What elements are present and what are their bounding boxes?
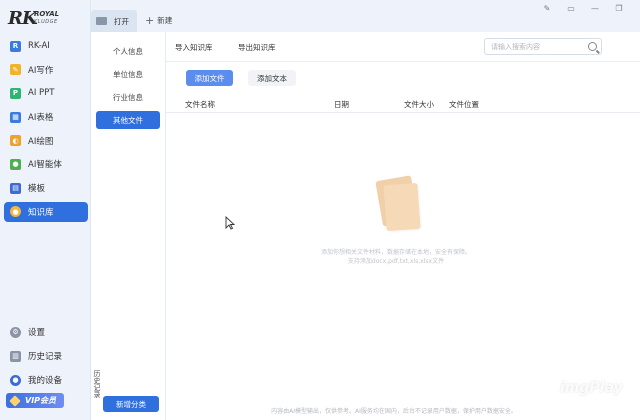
sidebar-item-rk-ai[interactable]: R RK-AI <box>4 36 88 56</box>
empty-state-line1: 添加你想相关文件材料，数据存储在本地，安全有保障。 <box>320 249 471 256</box>
empty-state-line2: 支持添加docx,pdf,txt,xls,xlsx文件 <box>347 258 445 265</box>
disclaimer-note: 内容由AI模型输出，仅供参考。AI服务均在国内，后台不记录用户数据，保护用户数据… <box>271 408 517 415</box>
main-panel: 导入知识库 导出知识库 添加文件 添加文本 文件名称 日期 文件大小 文件位置 … <box>166 32 640 420</box>
category-other-files[interactable]: 其他文件 <box>96 111 160 129</box>
rk-ai-icon: R <box>10 40 21 52</box>
add-category-button[interactable]: 新增分类 <box>103 396 159 412</box>
restore-icon[interactable]: ❐ <box>614 3 624 13</box>
open-button[interactable]: 打开 <box>91 10 137 32</box>
column-file-size: 文件大小 <box>404 100 434 109</box>
sidebar-item-settings[interactable]: ⚙ 设置 <box>4 322 88 342</box>
history-vertical-tab[interactable]: 历史记录 <box>93 370 101 398</box>
sidebar-item-knowledge-base[interactable]: ● 知识库 <box>4 201 88 222</box>
sidebar-item-label: AI表格 <box>28 113 54 124</box>
sidebar-item-label: RK-AI <box>28 41 50 51</box>
writing-icon: ✎ <box>10 64 21 76</box>
ppt-icon: P <box>10 87 21 99</box>
search-input[interactable] <box>491 42 587 51</box>
folder-icon <box>96 17 107 25</box>
sidebar-item-template[interactable]: ▤ 模板 <box>4 178 88 198</box>
paint-icon: ◐ <box>10 135 21 147</box>
sidebar: RK ROYAL KLUDGE R RK-AI ✎ AI写作 P AI PPT … <box>0 0 91 420</box>
template-icon: ▤ <box>10 182 21 194</box>
category-personal-info[interactable]: 个人信息 <box>96 42 160 60</box>
knowledge-icon: ● <box>10 206 21 218</box>
diamond-icon <box>9 394 21 407</box>
sidebar-item-label: AI智能体 <box>28 160 62 171</box>
column-file-name: 文件名称 <box>185 100 215 109</box>
category-panel: 个人信息 单位信息 行业信息 其他文件 历史记录 新增分类 <box>91 32 166 420</box>
category-label: 单位信息 <box>113 69 143 79</box>
export-knowledge-button[interactable]: 导出知识库 <box>238 42 276 53</box>
sidebar-item-label: 我的设备 <box>28 376 63 386</box>
column-date: 日期 <box>334 100 349 109</box>
empty-state-illustration <box>371 175 421 234</box>
logo-mark: RK <box>8 8 38 29</box>
sidebar-item-history[interactable]: ▥ 历史记录 <box>4 346 88 366</box>
search-box <box>484 38 602 55</box>
watermark-logo: imgPlay <box>560 380 623 396</box>
new-label: 新建 <box>157 16 173 25</box>
category-industry-info[interactable]: 行业信息 <box>96 88 160 106</box>
history-icon: ▥ <box>10 350 21 362</box>
sidebar-item-label: 设置 <box>28 328 46 338</box>
sidebar-item-label: 知识库 <box>28 207 54 218</box>
sidebar-item-label: AI PPT <box>28 88 55 99</box>
vip-label: VIP会员 <box>25 396 57 405</box>
edit-icon[interactable]: ✎ <box>542 3 552 13</box>
column-file-location: 文件位置 <box>449 100 479 109</box>
sidebar-item-label: 历史记录 <box>28 352 63 362</box>
device-icon: ● <box>10 374 21 386</box>
empty-state-text: 添加你想相关文件材料，数据存储在本地，安全有保障。 支持添加docx,pdf,t… <box>296 248 496 266</box>
sidebar-item-ai-agent[interactable]: ● AI智能体 <box>4 154 88 174</box>
sidebar-item-ai-ppt[interactable]: P AI PPT <box>4 83 88 103</box>
table-header: 文件名称 日期 文件大小 文件位置 <box>166 96 640 113</box>
vip-button[interactable]: VIP会员 <box>6 393 64 408</box>
logo-text-royal: ROYAL <box>34 10 60 18</box>
category-organization-info[interactable]: 单位信息 <box>96 65 160 83</box>
message-icon[interactable]: ▭ <box>566 3 576 13</box>
sidebar-item-label: AI写作 <box>28 65 54 76</box>
add-text-button[interactable]: 添加文本 <box>248 70 296 86</box>
sidebar-item-my-devices[interactable]: ● 我的设备 <box>4 370 88 390</box>
sidebar-item-label: AI绘图 <box>28 136 54 147</box>
category-label: 其他文件 <box>113 115 143 125</box>
search-icon[interactable] <box>588 42 597 51</box>
sidebar-item-ai-table[interactable]: ▦ AI表格 <box>4 107 88 127</box>
app-window: RK ROYAL KLUDGE R RK-AI ✎ AI写作 P AI PPT … <box>0 0 640 420</box>
gear-icon: ⚙ <box>10 326 21 338</box>
category-label: 行业信息 <box>113 92 143 102</box>
new-button[interactable]: + 新建 <box>145 15 172 26</box>
plus-icon: + <box>145 14 155 27</box>
open-label: 打开 <box>114 16 129 26</box>
sidebar-item-label: 模板 <box>28 184 46 195</box>
sidebar-item-ai-paint[interactable]: ◐ AI绘图 <box>4 131 88 151</box>
table-icon: ▦ <box>10 111 21 123</box>
brand-logo: RK ROYAL KLUDGE <box>8 8 84 30</box>
add-file-button[interactable]: 添加文件 <box>186 70 233 86</box>
mouse-cursor-icon <box>225 215 236 230</box>
sidebar-bottom-nav: ⚙ 设置 ▥ 历史记录 ● 我的设备 <box>4 322 88 394</box>
document-front-shape <box>383 182 421 232</box>
window-controls: ✎ ▭ — ❐ <box>542 3 624 13</box>
logo-text-kludge: KLUDGE <box>34 19 58 25</box>
sidebar-nav: R RK-AI ✎ AI写作 P AI PPT ▦ AI表格 ◐ AI绘图 ● … <box>4 36 88 226</box>
category-label: 个人信息 <box>113 46 143 56</box>
import-knowledge-button[interactable]: 导入知识库 <box>175 42 213 53</box>
sidebar-item-ai-writing[interactable]: ✎ AI写作 <box>4 60 88 80</box>
minimize-icon[interactable]: — <box>590 3 600 13</box>
toolbar: 导入知识库 导出知识库 <box>166 32 640 62</box>
agent-icon: ● <box>10 158 21 170</box>
top-bar: 打开 + 新建 ✎ ▭ — ❐ <box>91 4 640 32</box>
